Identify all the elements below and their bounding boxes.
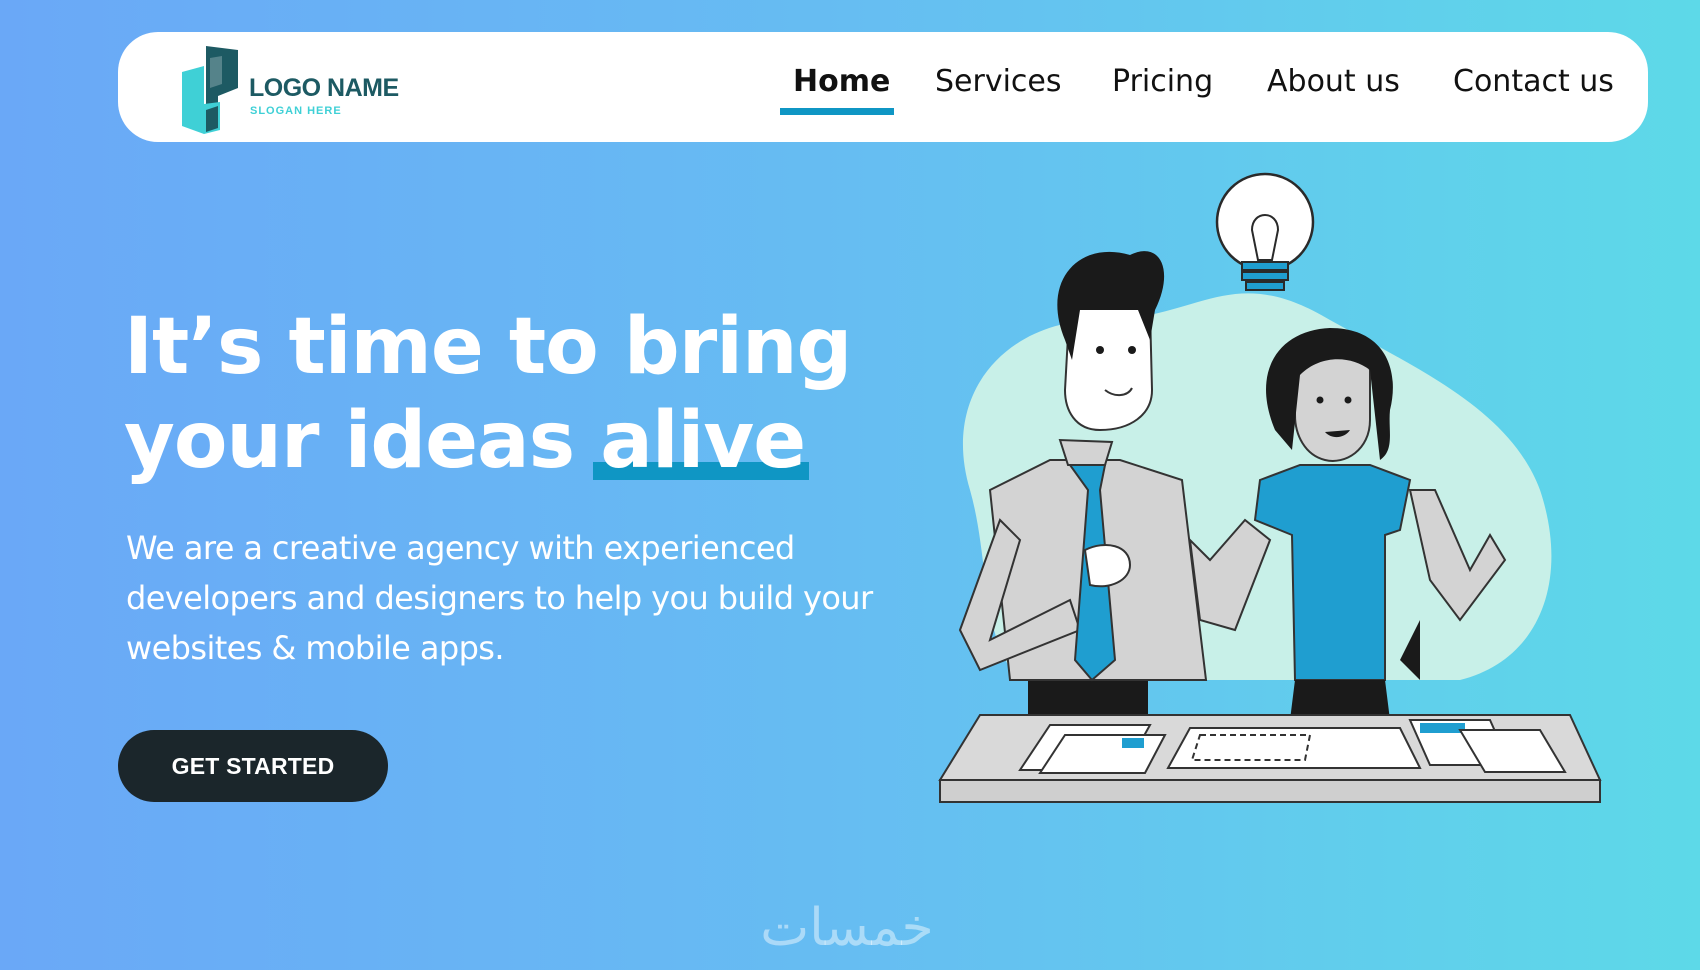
hero-title: It’s time to bring your ideas alive (124, 300, 852, 488)
hero-title-line2-prefix: your ideas (124, 396, 601, 486)
nav-active-indicator (780, 108, 894, 115)
navbar: LOGO NAME SLOGAN HERE Home Services Pric… (118, 32, 1648, 142)
logo-mark-icon (182, 46, 238, 134)
nav-services[interactable]: Services (935, 64, 1062, 114)
hero-title-highlight: alive (600, 396, 806, 486)
get-started-button[interactable]: GET STARTED (118, 730, 388, 802)
nav-home[interactable]: Home (793, 64, 890, 114)
logo-slogan: SLOGAN HERE (250, 105, 342, 117)
nav-contact-us[interactable]: Contact us (1453, 64, 1614, 114)
hero-title-line2: your ideas alive (124, 394, 851, 488)
logo-name: LOGO NAME (249, 74, 399, 102)
logo[interactable]: LOGO NAME SLOGAN HERE (176, 44, 406, 134)
desk (938, 714, 1602, 803)
hero-subtitle: We are a creative agency with experience… (126, 529, 873, 667)
lightbulb-icon (1215, 172, 1315, 291)
nav-about-us[interactable]: About us (1267, 64, 1400, 114)
brainstorm-illustration (938, 172, 1602, 803)
watermark: خمسات (760, 898, 934, 958)
nav-pricing[interactable]: Pricing (1112, 64, 1213, 114)
hero-title-line1: It’s time to bring (124, 302, 852, 392)
